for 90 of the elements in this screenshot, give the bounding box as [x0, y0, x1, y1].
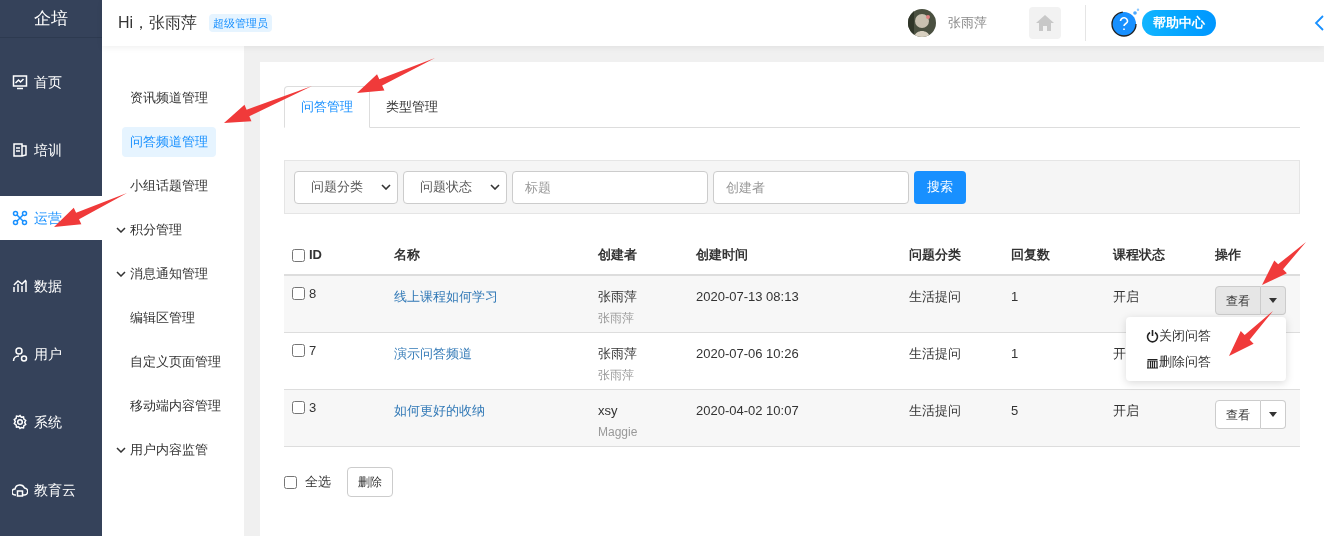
settings-icon — [12, 414, 28, 430]
sidebar-item[interactable]: 教育云 — [0, 468, 102, 512]
table-cell: 2020-07-13 08:13 — [696, 289, 799, 304]
help-icon[interactable] — [1110, 8, 1140, 38]
chevron-down-icon — [116, 271, 126, 277]
annotation-arrow — [1229, 311, 1273, 356]
table-cell-text: 张雨萍 — [598, 288, 637, 306]
creator-subtext: 张雨萍 — [598, 309, 634, 327]
question-link[interactable]: 线上课程如何学习 — [394, 289, 498, 304]
table-cell: 开 — [1113, 346, 1126, 361]
checkbox[interactable] — [292, 344, 305, 357]
tab[interactable]: 类型管理 — [370, 86, 454, 128]
column-header: ID — [309, 246, 322, 265]
checkbox[interactable] — [292, 401, 305, 414]
table-cell: 1 — [1011, 346, 1019, 361]
creator-subtext: 张雨萍 — [598, 366, 634, 384]
delete-button[interactable]: 删除 — [347, 467, 393, 497]
power-icon — [1146, 329, 1159, 343]
table-cell: 开启 — [1113, 289, 1139, 304]
checkbox[interactable] — [284, 475, 297, 489]
menu-item[interactable]: 删除问答 — [1126, 349, 1286, 375]
view-button[interactable]: 查看 — [1215, 286, 1261, 315]
filter-select[interactable]: 问题状态 — [403, 170, 507, 204]
bar-chart-icon — [12, 278, 28, 294]
dropdown-toggle[interactable] — [1261, 286, 1286, 315]
menu-item[interactable]: 关闭问答 — [1126, 323, 1286, 349]
submenu-item[interactable]: 资讯频道管理 — [122, 83, 216, 113]
home-icon — [1035, 14, 1055, 32]
submenu-group[interactable]: 积分管理 — [116, 220, 182, 240]
column-header: 创建者 — [598, 246, 637, 265]
annotation-arrow — [1262, 242, 1306, 285]
submenu-group-label: 用户内容监管 — [130, 441, 208, 460]
chevron-down-icon — [381, 184, 391, 190]
table-cell: 开启 — [1113, 403, 1139, 418]
question-link[interactable]: 如何更好的收纳 — [394, 403, 485, 418]
question-link[interactable]: 演示问答频道 — [394, 346, 472, 361]
sidebar-item[interactable]: 用户 — [0, 332, 102, 376]
caret-icon — [1269, 298, 1277, 303]
column-header: 课程状态 — [1113, 246, 1165, 265]
checkbox[interactable] — [292, 248, 305, 262]
sidebar-item[interactable]: 数据 — [0, 264, 102, 308]
sidebar-item[interactable]: 培训 — [0, 128, 102, 172]
chevron-down-icon — [116, 447, 126, 453]
table-cell-text: 张雨萍 — [598, 345, 637, 363]
chevron-down-icon — [490, 184, 500, 190]
table-cell: 7 — [309, 344, 317, 358]
column-header: 操作 — [1215, 246, 1241, 265]
user-icon — [12, 346, 28, 362]
submenu-item[interactable]: 编辑区管理 — [122, 303, 203, 333]
network-icon — [12, 210, 28, 226]
sidebar-item[interactable]: 首页 — [0, 60, 102, 104]
column-header: 创建时间 — [696, 246, 748, 265]
table-cell: 2020-04-02 10:07 — [696, 403, 799, 418]
search-field[interactable]: 标题 — [512, 170, 708, 204]
role-badge: 超级管理员 — [209, 13, 273, 33]
user-name: 张雨萍 — [948, 14, 987, 33]
greeting: Hi，张雨萍 — [118, 13, 198, 33]
cloud-icon — [12, 482, 28, 498]
table-cell: 5 — [1011, 403, 1019, 418]
table-cell: 2020-07-06 10:26 — [696, 346, 799, 361]
table-cell: 生活提问 — [909, 289, 961, 304]
chevron-left-icon[interactable] — [1314, 15, 1324, 31]
monitor-icon — [12, 74, 28, 90]
submenu-item[interactable]: 小组话题管理 — [122, 171, 216, 201]
table-cell: 生活提问 — [909, 403, 961, 418]
chevron-down-icon — [116, 227, 126, 233]
submenu-group[interactable]: 用户内容监管 — [116, 440, 208, 460]
checkbox[interactable] — [292, 287, 305, 300]
table-cell: 生活提问 — [909, 346, 961, 361]
sidebar-item[interactable]: 系统 — [0, 400, 102, 444]
submenu-item[interactable]: 移动端内容管理 — [122, 391, 229, 421]
table-cell: 1 — [1011, 289, 1019, 304]
table-cell: 3 — [309, 401, 317, 415]
column-header: 问题分类 — [909, 246, 961, 265]
column-header: 回复数 — [1011, 246, 1050, 265]
submenu-group[interactable]: 消息通知管理 — [116, 264, 208, 284]
view-button[interactable]: 查看 — [1215, 400, 1261, 429]
caret-icon — [1269, 412, 1277, 417]
search-field[interactable]: 创建者 — [713, 170, 909, 204]
filter-select[interactable]: 问题分类 — [294, 170, 398, 204]
table-cell: 8 — [309, 287, 317, 301]
column-header: 名称 — [394, 246, 420, 265]
table-cell-text: xsy — [598, 402, 618, 420]
select-all-label: 全选 — [305, 473, 331, 492]
dropdown-toggle[interactable] — [1261, 400, 1286, 429]
creator-subtext: Maggie — [598, 423, 638, 441]
submenu-item[interactable]: 自定义页面管理 — [122, 347, 229, 377]
book-icon — [12, 142, 28, 158]
submenu-group-label: 消息通知管理 — [130, 265, 208, 284]
submenu-group-label: 积分管理 — [130, 221, 182, 240]
